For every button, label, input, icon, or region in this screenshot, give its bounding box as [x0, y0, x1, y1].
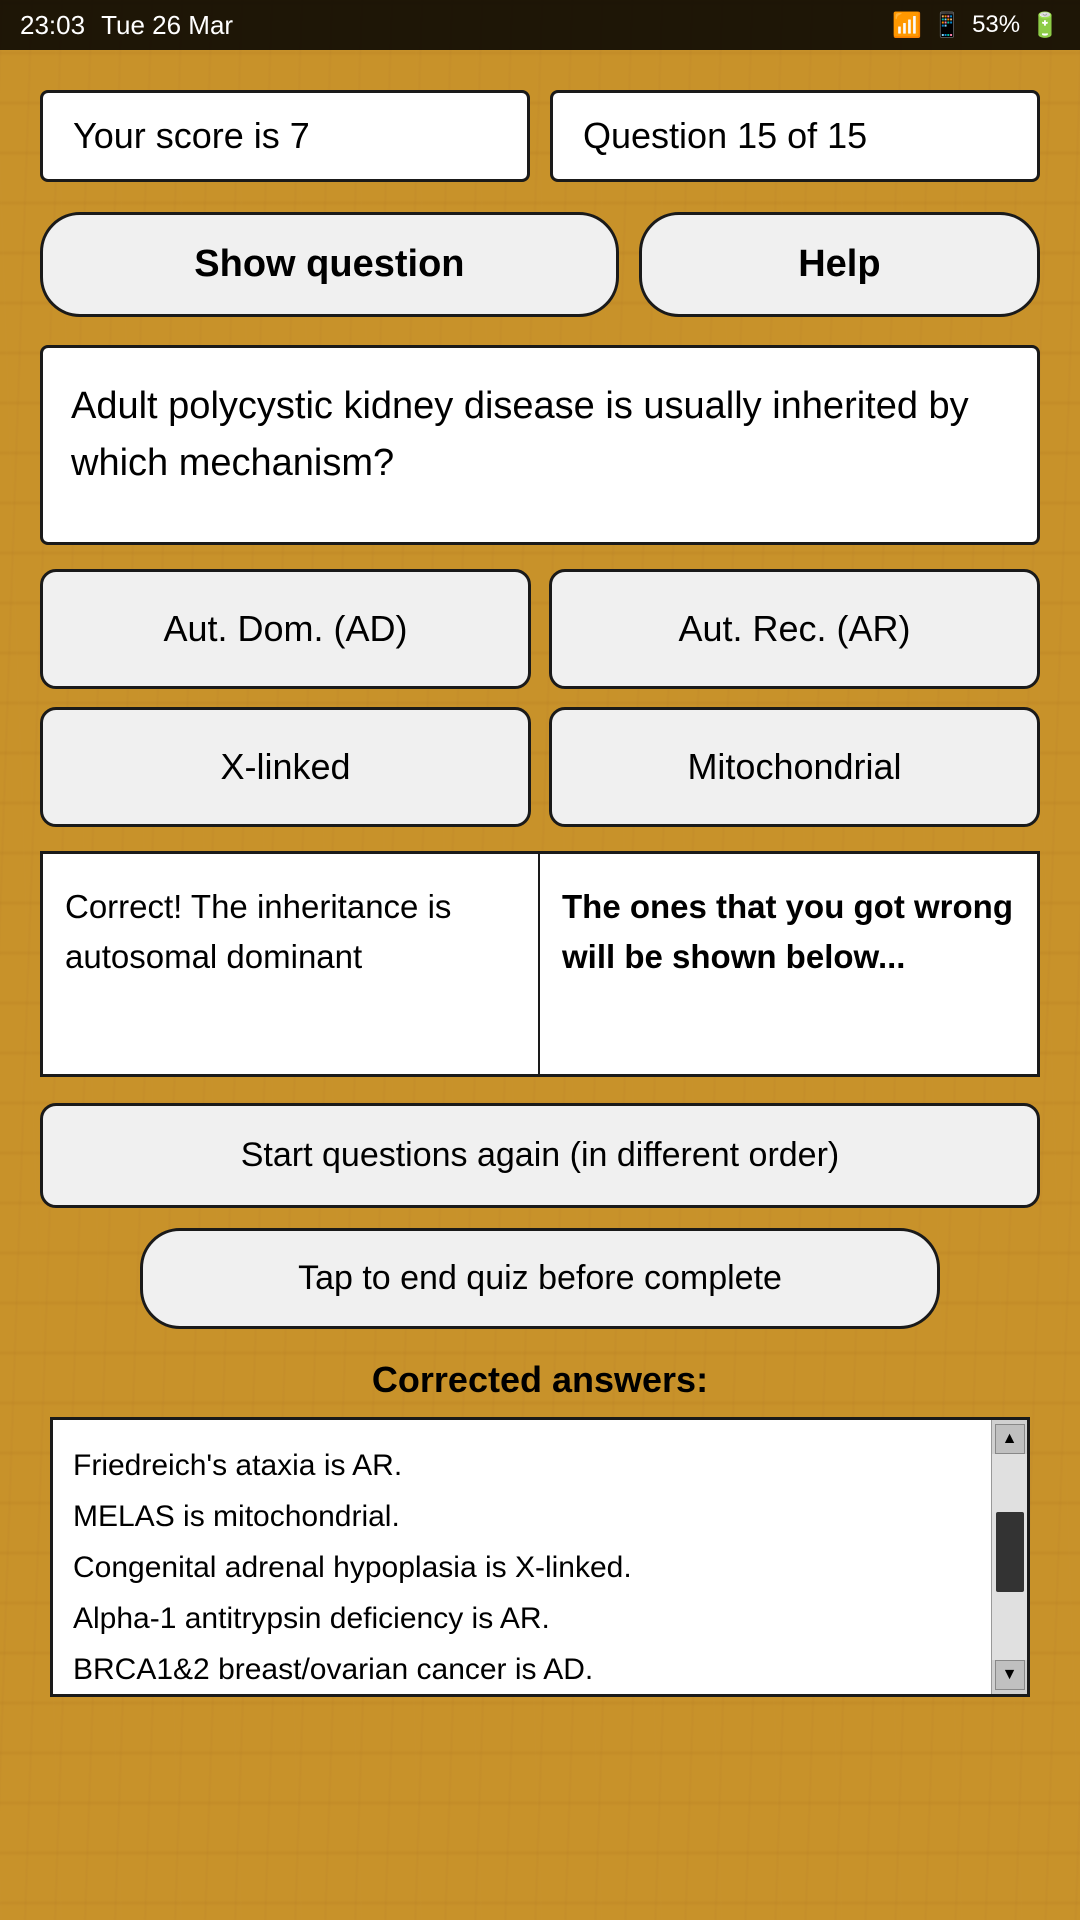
scroll-track [992, 1454, 1027, 1660]
option-mitochondrial[interactable]: Mitochondrial [549, 707, 1040, 827]
score-text: Your score is 7 [73, 115, 310, 156]
corrected-item-4: Alpha-1 antitrypsin deficiency is AR. [73, 1593, 967, 1644]
corrected-item-2: MELAS is mitochondrial. [73, 1491, 967, 1542]
result-correct-message: Correct! The inheritance is autosomal do… [43, 854, 540, 1074]
result-row: Correct! The inheritance is autosomal do… [40, 851, 1040, 1077]
question-text-box: Adult polycystic kidney disease is usual… [40, 345, 1040, 545]
show-question-button[interactable]: Show question [40, 212, 619, 317]
option-ad[interactable]: Aut. Dom. (AD) [40, 569, 531, 689]
help-button[interactable]: Help [639, 212, 1040, 317]
scroll-up-arrow[interactable]: ▲ [995, 1424, 1025, 1454]
result-wrong-message: The ones that you got wrong will be show… [540, 854, 1037, 1074]
question-text: Adult polycystic kidney disease is usual… [71, 385, 969, 484]
corrected-answers-box: Friedreich's ataxia is AR. MELAS is mito… [50, 1417, 1030, 1697]
options-grid: Aut. Dom. (AD) Aut. Rec. (AR) X-linked M… [40, 569, 1040, 827]
corrected-item-1: Friedreich's ataxia is AR. [73, 1440, 967, 1491]
main-content: Your score is 7 Question 15 of 15 Show q… [0, 50, 1080, 1737]
scrollbar[interactable]: ▲ ▼ [991, 1420, 1027, 1694]
corrected-item-3: Congenital adrenal hypoplasia is X-linke… [73, 1542, 967, 1593]
question-progress: Question 15 of 15 [583, 115, 867, 156]
battery-label: 53% [972, 11, 1020, 39]
corrected-answers-label: Corrected answers: [40, 1359, 1040, 1401]
status-bar: 23:03 Tue 26 Mar 📶 📱 53% 🔋 [0, 0, 1080, 50]
result-wrong-text: The ones that you got wrong will be show… [562, 888, 1013, 975]
scroll-down-arrow[interactable]: ▼ [995, 1660, 1025, 1690]
question-box: Question 15 of 15 [550, 90, 1040, 182]
battery-icon: 🔋 [1030, 11, 1060, 40]
scroll-thumb[interactable] [996, 1512, 1024, 1592]
action-button-row: Show question Help [40, 212, 1040, 317]
corrected-item-5: BRCA1&2 breast/ovarian cancer is AD. [73, 1644, 967, 1695]
wifi-icon: 📶 [892, 11, 922, 40]
corrected-answers-text: Friedreich's ataxia is AR. MELAS is mito… [73, 1440, 1007, 1695]
result-correct-text: Correct! The inheritance is autosomal do… [65, 888, 451, 975]
restart-button[interactable]: Start questions again (in different orde… [40, 1103, 1040, 1208]
option-ar[interactable]: Aut. Rec. (AR) [549, 569, 1040, 689]
end-quiz-button[interactable]: Tap to end quiz before complete [140, 1228, 940, 1329]
status-date: Tue 26 Mar [101, 10, 233, 41]
top-row: Your score is 7 Question 15 of 15 [40, 90, 1040, 182]
signal-icon: 📱 [932, 11, 962, 40]
score-box: Your score is 7 [40, 90, 530, 182]
option-xlinked[interactable]: X-linked [40, 707, 531, 827]
status-time: 23:03 [20, 10, 85, 41]
